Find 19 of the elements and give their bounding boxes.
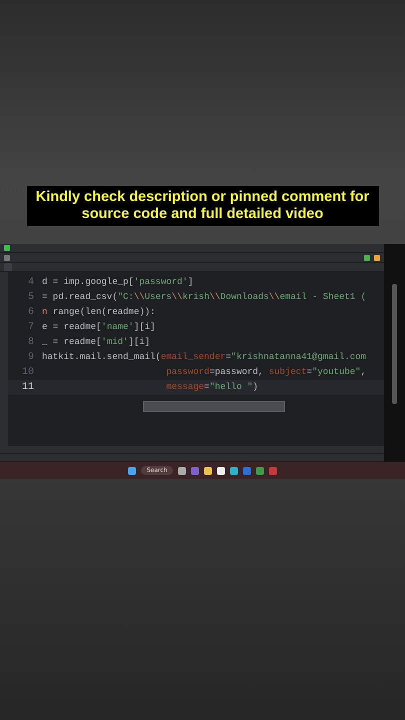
line-number: 7 bbox=[26, 321, 35, 335]
line-number: 11 bbox=[8, 380, 42, 395]
line-number: 6 bbox=[26, 306, 35, 320]
scrollbar[interactable] bbox=[392, 284, 397, 404]
line-number: 10 bbox=[20, 366, 35, 380]
caption-banner: Kindly check description or pinned comment for source code and full detailed video bbox=[26, 186, 378, 226]
line-number: 9 bbox=[26, 351, 35, 365]
code-line: _ = readme['mid'][i] bbox=[42, 336, 152, 349]
code-line: password=password, subject="youtube", bbox=[165, 366, 368, 379]
line-number: 8 bbox=[26, 336, 35, 350]
line-number: 5 bbox=[26, 291, 35, 305]
code-line: n range(len(readme)): bbox=[42, 306, 156, 319]
code-line: e = readme['name'][i] bbox=[42, 321, 156, 334]
code-line: hatkit.mail.send_mail(email_sender="krishnatanna41@gmail.com bbox=[42, 351, 368, 364]
app-icon[interactable] bbox=[217, 466, 226, 474]
code-line: = pd.read_csv("C:\\Users\\krish\\Downloads\\email - Sheet1 ( bbox=[42, 291, 368, 304]
app-icon bbox=[4, 245, 10, 251]
code-line: d = imp.google_p['password'] bbox=[42, 276, 194, 289]
line-number: 4 bbox=[26, 276, 35, 290]
